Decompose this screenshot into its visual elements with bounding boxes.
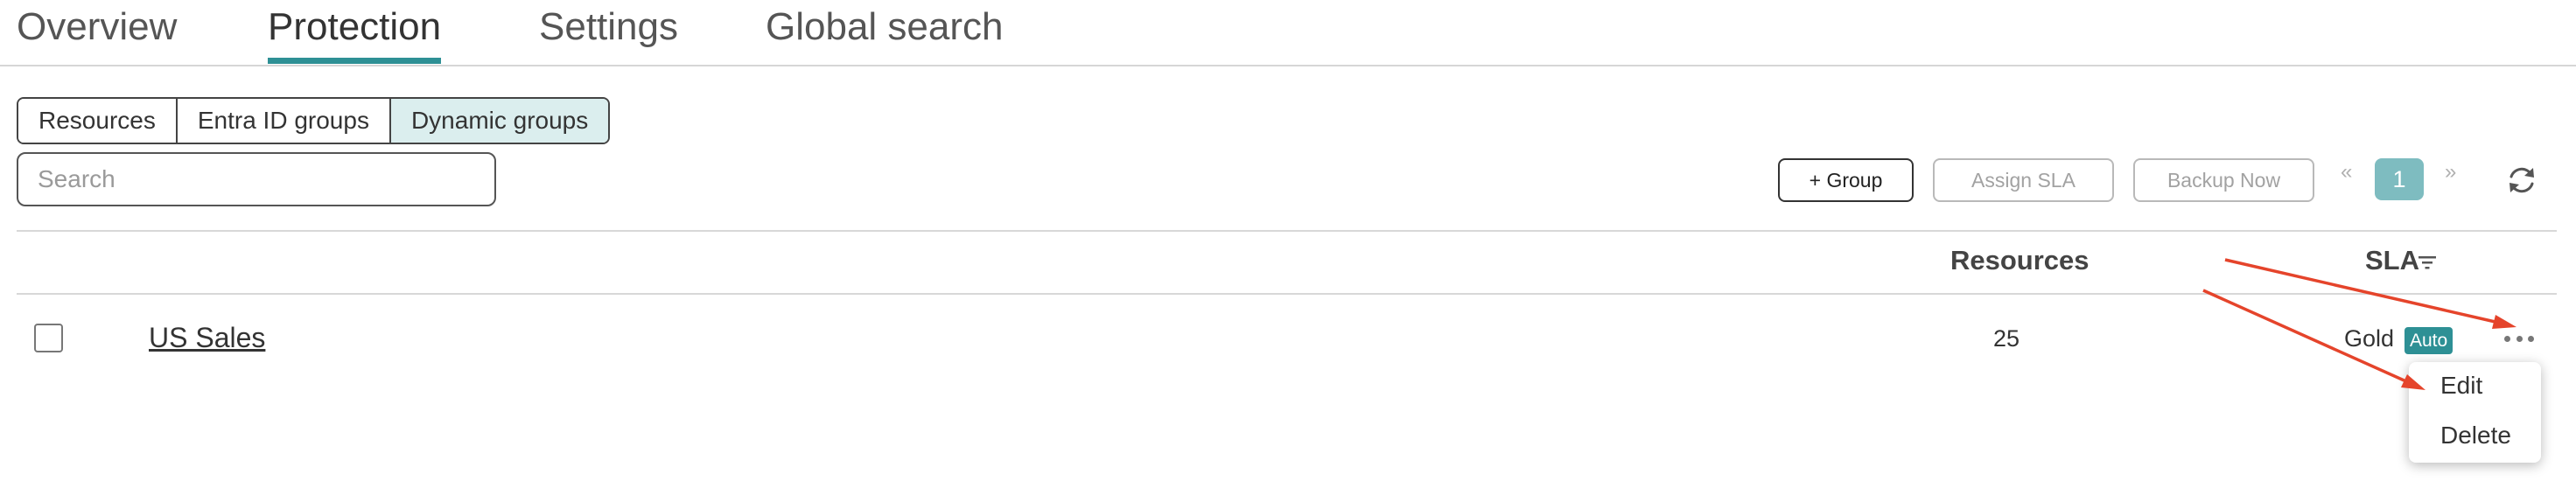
- annotation-arrows: [2202, 258, 2516, 390]
- group-type-toggle: Resources Entra ID groups Dynamic groups: [17, 97, 611, 144]
- refresh-icon[interactable]: [2504, 163, 2539, 198]
- annotation-arrowhead-menu-button: [2492, 315, 2516, 329]
- table-top-divider: [17, 230, 2557, 232]
- tab-settings[interactable]: Settings: [539, 5, 678, 49]
- filter-icon[interactable]: [2418, 254, 2437, 271]
- menu-item-edit[interactable]: Edit: [2440, 372, 2482, 400]
- top-nav: Overview Protection Settings Global sear…: [0, 0, 2576, 66]
- menu-item-delete[interactable]: Delete: [2440, 422, 2511, 450]
- sla-value: Gold: [2344, 325, 2395, 352]
- column-header-sla[interactable]: SLA: [2365, 245, 2419, 276]
- row-context-menu: Edit Delete: [2409, 362, 2541, 463]
- assign-sla-button[interactable]: Assign SLA: [1933, 158, 2114, 202]
- resources-count: 25: [1993, 325, 2020, 352]
- tab-global-search[interactable]: Global search: [766, 5, 1003, 49]
- add-group-button[interactable]: + Group: [1778, 158, 1914, 202]
- tab-protection[interactable]: Protection: [268, 5, 442, 64]
- pagination-current-page[interactable]: 1: [2375, 158, 2424, 200]
- more-options-icon[interactable]: [2504, 332, 2534, 345]
- auto-badge: Auto: [2404, 327, 2454, 354]
- pagination-next[interactable]: »: [2445, 160, 2456, 185]
- backup-now-button[interactable]: Backup Now: [2133, 158, 2314, 202]
- search-input[interactable]: [17, 152, 496, 206]
- column-header-resources[interactable]: Resources: [1950, 245, 2090, 276]
- pagination-prev[interactable]: «: [2341, 160, 2352, 185]
- table-header-divider: [17, 293, 2557, 295]
- segment-resources[interactable]: Resources: [18, 99, 178, 143]
- segment-entra-id-groups[interactable]: Entra ID groups: [177, 99, 391, 143]
- row-checkbox[interactable]: [34, 324, 63, 352]
- group-name-link[interactable]: US Sales: [149, 322, 265, 354]
- tab-overview[interactable]: Overview: [17, 5, 177, 49]
- segment-dynamic-groups[interactable]: Dynamic groups: [390, 99, 609, 143]
- annotation-arrow-to-menu-button: [2224, 258, 2500, 324]
